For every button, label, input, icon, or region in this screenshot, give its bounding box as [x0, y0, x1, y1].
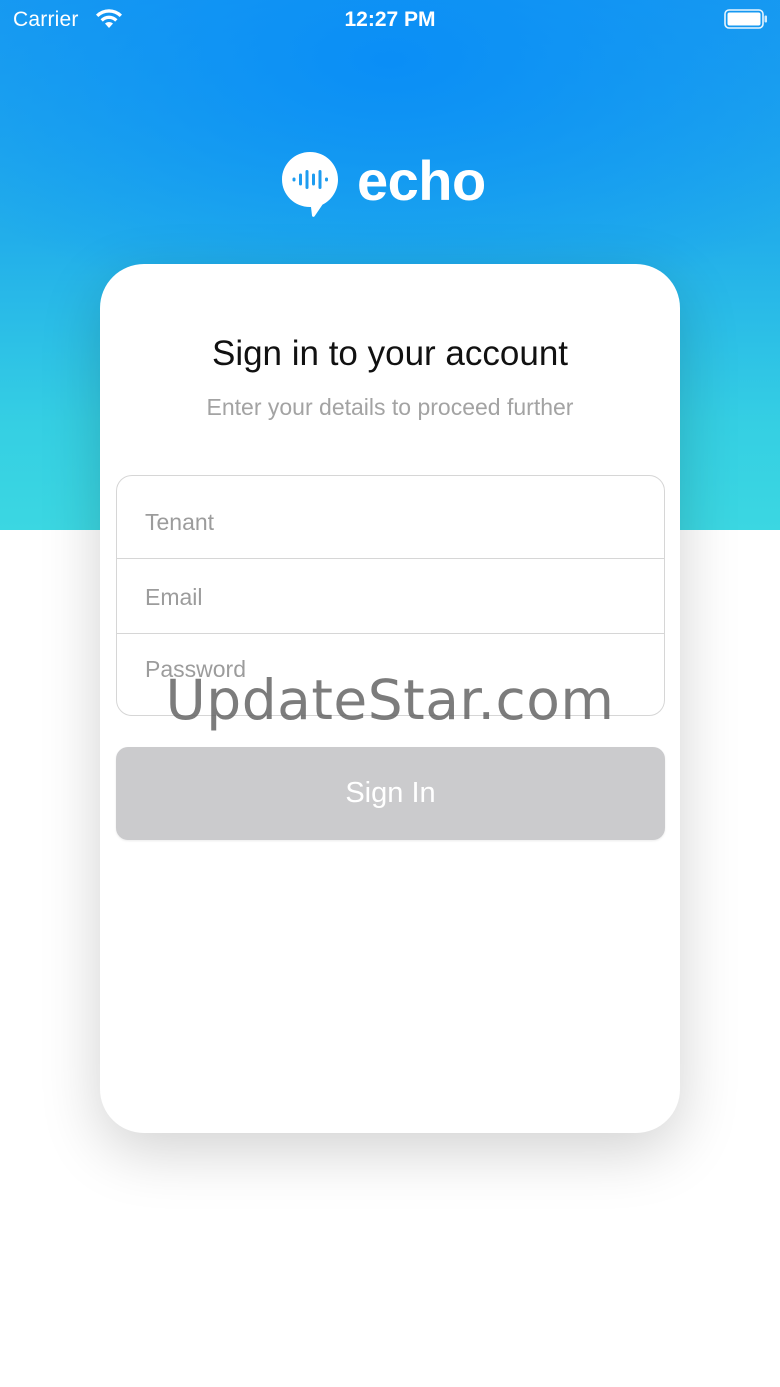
email-field[interactable]: [117, 559, 664, 634]
sign-in-card: Sign in to your account Enter your detai…: [100, 264, 680, 1133]
speech-bubble-waveform-icon: [282, 152, 338, 217]
credentials-form: [116, 475, 665, 716]
clock: 12:27 PM: [344, 8, 436, 31]
sign-in-button[interactable]: Sign In: [116, 747, 665, 840]
brand-logo: echo: [281, 150, 486, 218]
sign-in-screen: Carrier 12:27 PM echo Sign in to your ac…: [0, 0, 780, 1387]
brand-name: echo: [357, 149, 486, 212]
tenant-field[interactable]: [117, 476, 664, 559]
status-bar: Carrier 12:27 PM: [0, 0, 780, 40]
password-field[interactable]: [117, 634, 664, 714]
battery-icon: [724, 9, 767, 29]
page-title: Sign in to your account: [211, 334, 569, 373]
page-subtitle: Enter your details to proceed further: [206, 394, 574, 420]
